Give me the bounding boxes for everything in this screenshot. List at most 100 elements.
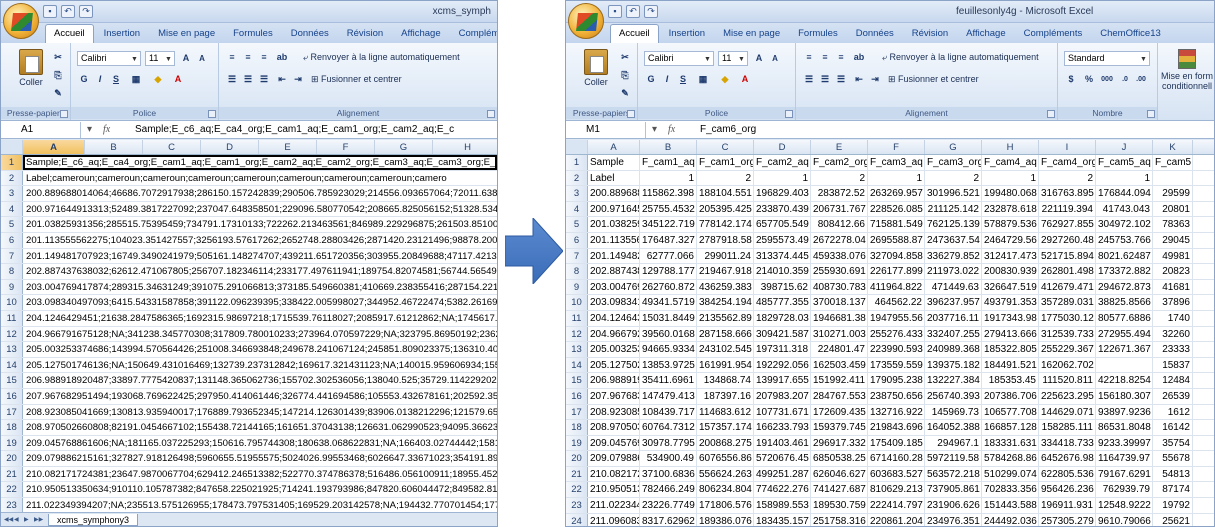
bold-icon[interactable]: G	[77, 73, 91, 86]
table-cell[interactable]: 206.988919	[588, 373, 640, 388]
decrease-indent-icon[interactable]: ⇤	[852, 73, 866, 86]
table-cell[interactable]: 357289.031	[1039, 295, 1096, 310]
table-cell[interactable]: 806234.804	[697, 482, 754, 498]
column-header[interactable]: F	[317, 140, 375, 154]
number-dialog-launcher[interactable]	[1147, 110, 1155, 118]
table-cell[interactable]: 12484	[1153, 373, 1193, 388]
cell-text[interactable]: 201.03825931356;285515.75395459;734791.1…	[23, 217, 497, 232]
cell-text[interactable]: 208.970502660808;82191.0454667102;155438…	[23, 420, 497, 435]
table-cell[interactable]: 316763.895	[1039, 186, 1096, 201]
align-middle-icon[interactable]: ≡	[241, 51, 255, 64]
table-cell[interactable]: 384254.194	[697, 295, 754, 310]
row-header[interactable]: 18	[1, 420, 23, 435]
borders-icon[interactable]: ▦	[129, 73, 143, 86]
undo-icon[interactable]: ↶	[61, 5, 75, 18]
table-cell[interactable]: 9233.39997	[1096, 435, 1153, 451]
cell-text[interactable]: 210.082171724381;23647.9870067704;629412…	[23, 467, 497, 482]
tab-insertion[interactable]: Insertion	[661, 25, 713, 43]
format-painter-icon[interactable]: ✎	[618, 87, 632, 100]
sheet-tab[interactable]: xcms_symphony3	[48, 513, 139, 526]
table-cell[interactable]: 201.038259	[588, 217, 640, 232]
table-cell[interactable]: 411964.822	[868, 279, 925, 295]
align-top-icon[interactable]: ≡	[802, 51, 816, 64]
column-header[interactable]: G	[925, 140, 982, 154]
table-cell[interactable]: 223990.593	[868, 342, 925, 357]
table-cell[interactable]: 86531.8048	[1096, 420, 1153, 435]
cell-text[interactable]: 200.971644913313;52489.3817227092;237047…	[23, 202, 497, 217]
table-cell[interactable]: 228526.085	[868, 201, 925, 217]
currency-icon[interactable]: $	[1064, 73, 1078, 86]
table-cell[interactable]: 23333	[1153, 342, 1193, 357]
table-cell[interactable]: 782466.249	[640, 482, 697, 498]
row-header[interactable]: 11	[1, 310, 23, 326]
table-cell[interactable]: 179095.238	[868, 373, 925, 388]
column-header[interactable]: B	[85, 140, 143, 154]
table-cell[interactable]: F_cam5	[1153, 155, 1193, 170]
table-cell[interactable]: 132227.384	[925, 373, 982, 388]
table-cell[interactable]: 808412.66	[811, 217, 868, 232]
italic-icon[interactable]: I	[93, 73, 107, 86]
row-header[interactable]: 12	[1, 326, 23, 342]
table-cell[interactable]: 294967.1	[925, 435, 982, 451]
table-cell[interactable]: 521715.894	[1039, 248, 1096, 264]
tab-affichage[interactable]: Affichage	[393, 25, 448, 43]
table-cell[interactable]: 200.971645	[588, 201, 640, 217]
table-cell[interactable]: 15837	[1153, 357, 1193, 373]
table-cell[interactable]: 185322.805	[982, 342, 1039, 357]
table-cell[interactable]: 556624.263	[697, 466, 754, 482]
cell-text[interactable]: 203.004769417874;289315.34631249;391075.…	[23, 280, 497, 295]
table-cell[interactable]: F_cam2_aq	[754, 155, 811, 170]
table-cell[interactable]: 294672.873	[1096, 279, 1153, 295]
table-cell[interactable]: 412679.471	[1039, 279, 1096, 295]
table-cell[interactable]: 2787918.58	[697, 232, 754, 248]
percent-icon[interactable]: %	[1082, 73, 1096, 86]
tab-revision[interactable]: Révision	[904, 25, 956, 43]
table-cell[interactable]: 151443.588	[982, 498, 1039, 513]
increase-decimal-icon[interactable]: .0	[1118, 73, 1132, 86]
row-header[interactable]: 15	[1, 373, 23, 388]
table-cell[interactable]: 210.082172	[588, 466, 640, 482]
merge-center-button[interactable]: ⊞ Fusionner et centrer	[888, 74, 979, 85]
table-cell[interactable]: 20823	[1153, 264, 1193, 279]
tab-affichage[interactable]: Affichage	[958, 25, 1013, 43]
table-cell[interactable]: 32260	[1153, 326, 1193, 342]
table-cell[interactable]: 209.045769	[588, 435, 640, 451]
cell-text[interactable]: 200.889688014064;46686.7072917938;286150…	[23, 186, 497, 201]
table-cell[interactable]: 211.022344	[588, 498, 640, 513]
row-header[interactable]: 1	[1, 155, 23, 170]
row-header[interactable]: 12	[566, 326, 588, 342]
table-cell[interactable]: 762939.79	[1096, 482, 1153, 498]
table-cell[interactable]: 122671.367	[1096, 342, 1153, 357]
table-cell[interactable]: 231906.626	[925, 498, 982, 513]
table-cell[interactable]: 162503.459	[811, 357, 868, 373]
formula-input[interactable]: Sample;E_c6_aq;E_ca4_org;E_cam1_aq;E_cam…	[131, 124, 497, 135]
table-cell[interactable]: 312539.733	[1039, 326, 1096, 342]
table-cell[interactable]: 204.966792	[588, 326, 640, 342]
table-cell[interactable]: 1	[640, 170, 697, 186]
table-cell[interactable]: 485777.355	[754, 295, 811, 310]
grow-font-icon[interactable]: A	[752, 52, 766, 65]
row-header[interactable]: 7	[1, 248, 23, 264]
table-cell[interactable]: 145969.73	[925, 404, 982, 420]
table-cell[interactable]: 287158.666	[697, 326, 754, 342]
table-cell[interactable]: 132716.922	[868, 404, 925, 420]
table-cell[interactable]: 49341.5719	[640, 295, 697, 310]
tab-complements[interactable]: Compléments	[1016, 25, 1091, 43]
table-cell[interactable]: 185353.45	[982, 373, 1039, 388]
cell-text[interactable]: 204.966791675128;NA;341238.345770308;317…	[23, 327, 497, 342]
table-cell[interactable]: 16142	[1153, 420, 1193, 435]
table-cell[interactable]: 29045	[1153, 232, 1193, 248]
row-header[interactable]: 23	[1, 498, 23, 513]
table-cell[interactable]: 207.967683	[588, 388, 640, 404]
table-cell[interactable]: F_cam4_org	[1039, 155, 1096, 170]
table-cell[interactable]: 5784268.86	[982, 451, 1039, 466]
row-header[interactable]: 19	[566, 435, 588, 451]
table-cell[interactable]: 54813	[1153, 466, 1193, 482]
name-box[interactable]: A1	[1, 121, 81, 138]
formula-input[interactable]: F_cam6_org	[696, 124, 1214, 135]
table-cell[interactable]: 197311.318	[754, 342, 811, 357]
table-cell[interactable]: 626046.627	[811, 466, 868, 482]
table-cell[interactable]: 205395.425	[697, 201, 754, 217]
table-cell[interactable]: 493791.353	[982, 295, 1039, 310]
clipboard-dialog-launcher[interactable]	[60, 110, 68, 118]
